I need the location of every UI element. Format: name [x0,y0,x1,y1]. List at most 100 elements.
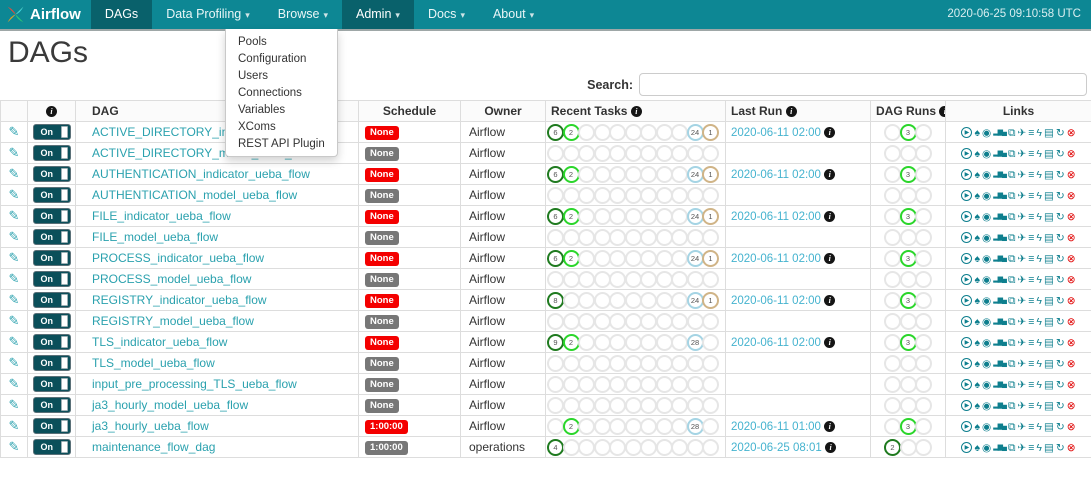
task-state-circle-skipped[interactable] [609,292,626,309]
task-state-circle-none[interactable]: 24 [687,250,704,267]
gantt-icon[interactable]: ≡ [1028,422,1034,433]
code-view-icon[interactable]: ϟ [1036,170,1042,181]
task-state-circle-running[interactable] [563,145,580,162]
task-state-circle-upstream_failed[interactable] [594,208,611,225]
delete-dag-icon[interactable]: ⊗ [1067,128,1076,139]
task-state-circle-upstream_failed[interactable] [594,124,611,141]
task-state-circle-success[interactable]: 2 [884,439,901,456]
task-state-circle-failed[interactable] [578,418,595,435]
gantt-icon[interactable]: ≡ [1028,275,1034,286]
delete-dag-icon[interactable]: ⊗ [1067,275,1076,286]
edit-dag-icon[interactable]: ✎ [9,187,20,202]
dag-pause-toggle[interactable]: On [33,355,71,371]
task-state-circle-running[interactable]: 3 [900,166,917,183]
trigger-dag-icon[interactable]: ▶ [961,379,972,390]
task-state-circle-none[interactable] [687,376,704,393]
dag-pause-toggle[interactable]: On [33,313,71,329]
task-state-circle-success[interactable] [547,376,564,393]
edit-dag-icon[interactable]: ✎ [9,124,20,139]
menu-item-pools[interactable]: Pools [226,33,337,50]
dag-link[interactable]: REGISTRY_indicator_ueba_flow [92,293,267,307]
task-state-circle-up_for_retry[interactable] [625,145,642,162]
trigger-dag-icon[interactable]: ▶ [961,253,972,264]
task-state-circle-up_for_reschedule[interactable] [640,187,657,204]
task-state-circle-up_for_reschedule[interactable] [640,166,657,183]
tasks-duration-icon[interactable]: ▂▆▄ [993,318,1006,325]
code-view-icon[interactable]: ϟ [1036,296,1042,307]
graph-view-icon[interactable]: ◉ [982,212,991,223]
menu-item-users[interactable]: Users [226,67,337,84]
landing-times-icon[interactable]: ✈ [1017,170,1026,181]
task-state-circle-running[interactable] [900,187,917,204]
task-tries-icon[interactable]: ⧉ [1008,443,1016,454]
task-state-circle-failed[interactable] [578,397,595,414]
task-state-circle-shutdown[interactable] [671,229,688,246]
dag-link[interactable]: REGISTRY_model_ueba_flow [92,314,254,328]
refresh-dag-icon[interactable]: ↻ [1056,380,1065,391]
task-state-circle-up_for_reschedule[interactable] [640,208,657,225]
task-state-circle-upstream_failed[interactable] [594,271,611,288]
code-view-icon[interactable]: ϟ [1036,317,1042,328]
dag-link[interactable]: AUTHENTICATION_model_ueba_flow [92,188,297,202]
code-view-icon[interactable]: ϟ [1036,380,1042,391]
dag-details-icon[interactable]: ▤ [1044,338,1054,349]
task-state-circle-queued[interactable] [656,376,673,393]
task-state-circle-upstream_failed[interactable] [594,418,611,435]
refresh-dag-icon[interactable]: ↻ [1056,128,1065,139]
task-tries-icon[interactable]: ⧉ [1008,149,1016,160]
delete-dag-icon[interactable]: ⊗ [1067,233,1076,244]
graph-view-icon[interactable]: ◉ [982,191,991,202]
dag-pause-toggle[interactable]: On [33,397,71,413]
gantt-icon[interactable]: ≡ [1028,212,1034,223]
task-state-circle-scheduled[interactable] [702,187,719,204]
trigger-dag-icon[interactable]: ▶ [961,295,972,306]
landing-times-icon[interactable]: ✈ [1017,317,1026,328]
task-state-circle-running[interactable]: 3 [900,292,917,309]
task-state-circle-skipped[interactable] [609,397,626,414]
task-state-circle-success[interactable] [547,145,564,162]
trigger-dag-icon[interactable]: ▶ [961,442,972,453]
task-state-circle-success[interactable] [884,355,901,372]
task-state-circle-skipped[interactable] [609,439,626,456]
task-state-circle-success[interactable] [884,418,901,435]
task-state-circle-skipped[interactable] [609,376,626,393]
task-tries-icon[interactable]: ⧉ [1008,338,1016,349]
task-state-circle-skipped[interactable] [609,208,626,225]
dag-pause-toggle[interactable]: On [33,208,71,224]
task-state-circle-queued[interactable] [656,145,673,162]
graph-view-icon[interactable]: ◉ [982,380,991,391]
edit-dag-icon[interactable]: ✎ [9,418,20,433]
delete-dag-icon[interactable]: ⊗ [1067,401,1076,412]
dag-details-icon[interactable]: ▤ [1044,443,1054,454]
task-state-circle-failed[interactable] [915,250,932,267]
edit-dag-icon[interactable]: ✎ [9,229,20,244]
dag-pause-toggle[interactable]: On [33,187,71,203]
task-state-circle-success[interactable] [547,187,564,204]
code-view-icon[interactable]: ϟ [1036,191,1042,202]
task-state-circle-running[interactable] [563,397,580,414]
dag-pause-toggle[interactable]: On [33,418,71,434]
trigger-dag-icon[interactable]: ▶ [961,190,972,201]
task-state-circle-failed[interactable] [915,187,932,204]
task-state-circle-shutdown[interactable] [671,124,688,141]
landing-times-icon[interactable]: ✈ [1017,338,1026,349]
task-state-circle-failed[interactable] [578,355,595,372]
dag-details-icon[interactable]: ▤ [1044,359,1054,370]
task-state-circle-shutdown[interactable] [671,376,688,393]
task-state-circle-shutdown[interactable] [671,439,688,456]
dag-pause-toggle[interactable]: On [33,376,71,392]
task-state-circle-failed[interactable] [578,313,595,330]
tasks-duration-icon[interactable]: ▂▆▄ [993,171,1006,178]
task-state-circle-failed[interactable] [915,376,932,393]
task-state-circle-none[interactable] [687,355,704,372]
task-state-circle-scheduled[interactable] [702,145,719,162]
refresh-dag-icon[interactable]: ↻ [1056,149,1065,160]
edit-dag-icon[interactable]: ✎ [9,376,20,391]
code-view-icon[interactable]: ϟ [1036,359,1042,370]
task-state-circle-success[interactable]: 9 [547,334,564,351]
edit-dag-icon[interactable]: ✎ [9,355,20,370]
dag-link[interactable]: ja3_hourly_ueba_flow [92,419,209,433]
task-state-circle-skipped[interactable] [609,187,626,204]
task-state-circle-queued[interactable] [656,418,673,435]
task-state-circle-failed[interactable] [915,292,932,309]
